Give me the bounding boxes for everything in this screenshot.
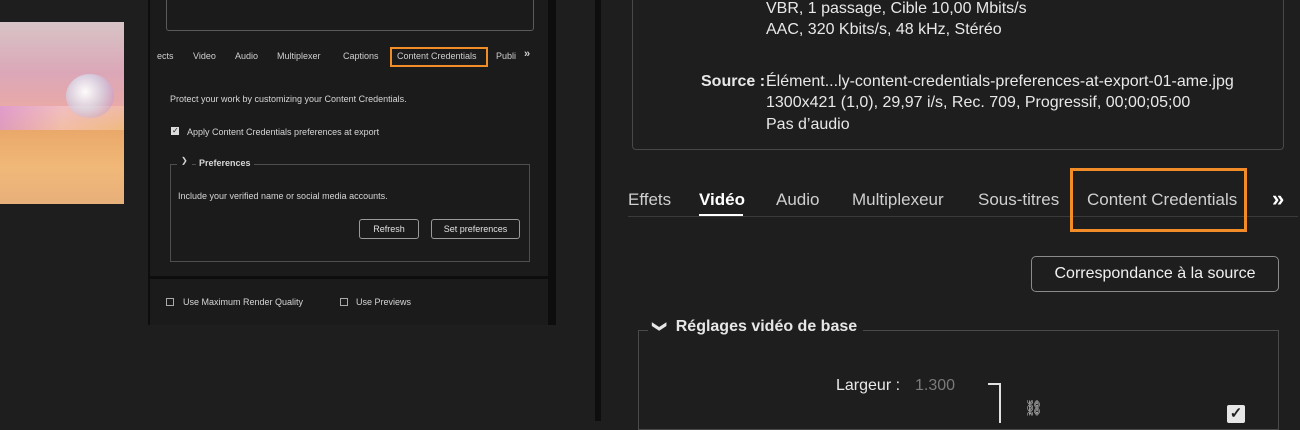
mini-preferences-group — [170, 164, 530, 262]
audio-summary-line: AAC, 320 Kbits/s, 48 kHz, Stéréo — [766, 21, 1002, 38]
mini-separator — [148, 276, 550, 279]
bubble-image — [66, 74, 114, 118]
preview-thumbnail — [0, 22, 124, 204]
tab-audio[interactable]: Audio — [776, 190, 819, 210]
mini-tab-video[interactable]: Video — [193, 51, 216, 61]
max-render-quality-checkbox[interactable] — [166, 298, 174, 306]
mini-summary-box — [166, 0, 534, 31]
tab-multiplexeur[interactable]: Multiplexeur — [852, 190, 944, 210]
basic-video-settings-header[interactable]: ❯ Réglages vidéo de base — [648, 318, 864, 336]
use-previews-checkbox[interactable] — [340, 298, 348, 306]
link-icon[interactable]: ⛓ — [1024, 399, 1043, 417]
mini-description: Protect your work by customizing your Co… — [170, 94, 407, 104]
max-render-quality-label: Use Maximum Render Quality — [183, 297, 304, 307]
mini-tab-audio[interactable]: Audio — [235, 51, 258, 61]
mini-apply-checkbox[interactable] — [171, 126, 179, 135]
chevron-down-icon[interactable]: ❯ — [177, 156, 192, 165]
width-value-field[interactable]: 1.300 — [915, 377, 955, 395]
mini-content-credentials-highlight — [390, 47, 488, 67]
mini-tab-multiplexer[interactable]: Multiplexer — [277, 51, 321, 61]
mini-preferences-text: Include your verified name or social med… — [178, 191, 388, 201]
chevron-down-icon[interactable]: ❯ — [651, 321, 668, 333]
mini-preferences-title[interactable]: Preferences — [196, 158, 254, 168]
match-source-button[interactable]: Correspondance à la source — [1031, 256, 1279, 292]
set-preferences-button[interactable]: Set preferences — [431, 219, 520, 239]
video-summary-line: VBR, 1 passage, Cible 10,00 Mbits/s — [766, 0, 1027, 17]
source-label: Source : — [701, 73, 766, 90]
content-credentials-highlight — [1070, 168, 1247, 232]
tab-effets[interactable]: Effets — [628, 190, 671, 210]
refresh-button[interactable]: Refresh — [359, 219, 419, 239]
mini-tab-effects[interactable]: ects — [157, 51, 174, 61]
more-tabs-icon[interactable]: » — [1272, 186, 1284, 212]
width-label: Largeur : — [836, 377, 901, 394]
tab-sous-titres[interactable]: Sous-titres — [978, 190, 1059, 210]
mini-apply-label: Apply Content Credentials preferences at… — [187, 127, 380, 137]
source-format-line: 1300x421 (1,0), 29,97 i/s, Rec. 709, Pro… — [766, 94, 1191, 111]
video-settings-checkbox[interactable]: ✓ — [1227, 405, 1245, 423]
mini-tab-captions[interactable]: Captions — [343, 51, 379, 61]
active-tab-indicator — [699, 214, 743, 216]
mini-tab-publish[interactable]: Publi — [496, 51, 516, 61]
use-previews-label: Use Previews — [356, 297, 412, 307]
tab-video[interactable]: Vidéo — [699, 190, 745, 210]
source-file-line: Élément...ly-content-credentials-prefere… — [766, 73, 1234, 90]
source-audio-line: Pas d’audio — [766, 116, 850, 133]
aspect-link-bracket — [988, 383, 1001, 423]
basic-video-settings-group — [638, 330, 1279, 430]
mini-more-tabs-icon[interactable]: » — [524, 48, 530, 60]
basic-video-settings-title: Réglages vidéo de base — [675, 318, 858, 335]
